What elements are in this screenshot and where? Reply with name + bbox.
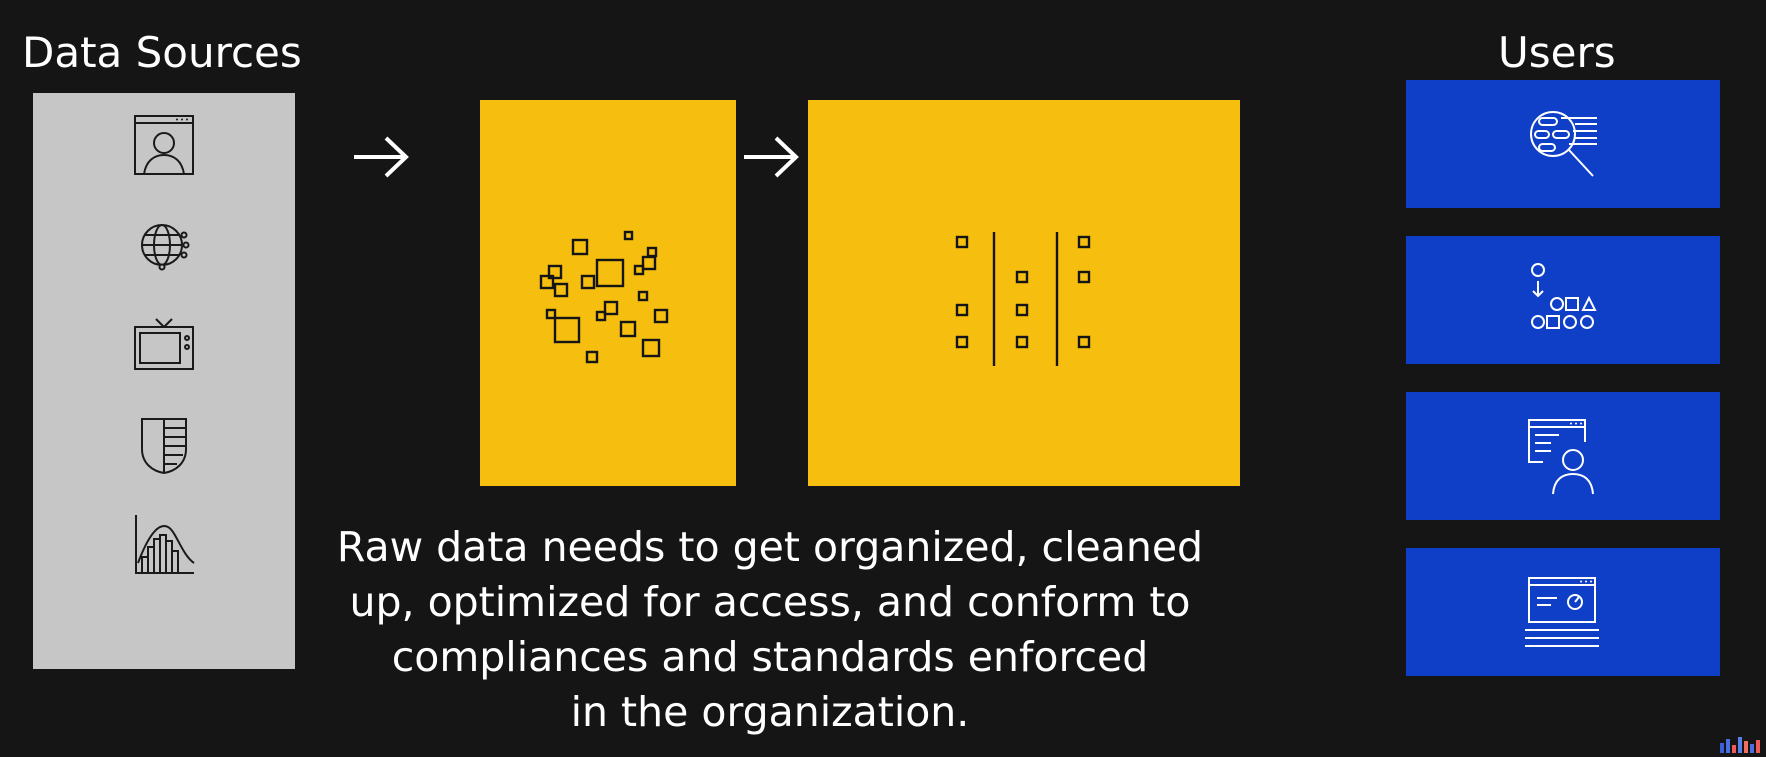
caption-text: Raw data needs to get organized, cleaned… (330, 520, 1210, 740)
scattered-data-icon (539, 230, 669, 364)
caption-line: up, optimized for access, and conform to (349, 578, 1191, 626)
data-sources-panel (33, 93, 295, 669)
television-icon (130, 311, 198, 379)
user-card-report (1406, 548, 1720, 676)
histogram-chart-icon (130, 511, 198, 579)
raw-data-block (480, 100, 736, 486)
users-heading: Users (1498, 28, 1616, 77)
globe-network-icon (130, 211, 198, 279)
report-dashboard-icon (1525, 577, 1599, 647)
user-dashboard-icon (1528, 419, 1594, 495)
arrow-right-icon (740, 132, 804, 182)
data-search-icon (1530, 111, 1597, 177)
user-card-dashboard-user (1406, 392, 1720, 520)
data-sources-heading: Data Sources (22, 28, 302, 77)
organized-columns-icon (955, 232, 1091, 366)
caption-line: in the organization. (570, 688, 970, 736)
organized-data-block (808, 100, 1240, 486)
user-card-data-search (1406, 80, 1720, 208)
user-profile-icon (130, 111, 198, 179)
shield-icon (130, 411, 198, 479)
caption-line: Raw data needs to get organized, cleaned (336, 523, 1204, 571)
user-card-data-classify (1406, 236, 1720, 364)
logo-icon (1718, 735, 1762, 753)
arrow-right-icon (350, 132, 414, 182)
data-classify-icon (1531, 263, 1597, 329)
caption-line: compliances and standards enforced (391, 633, 1149, 681)
